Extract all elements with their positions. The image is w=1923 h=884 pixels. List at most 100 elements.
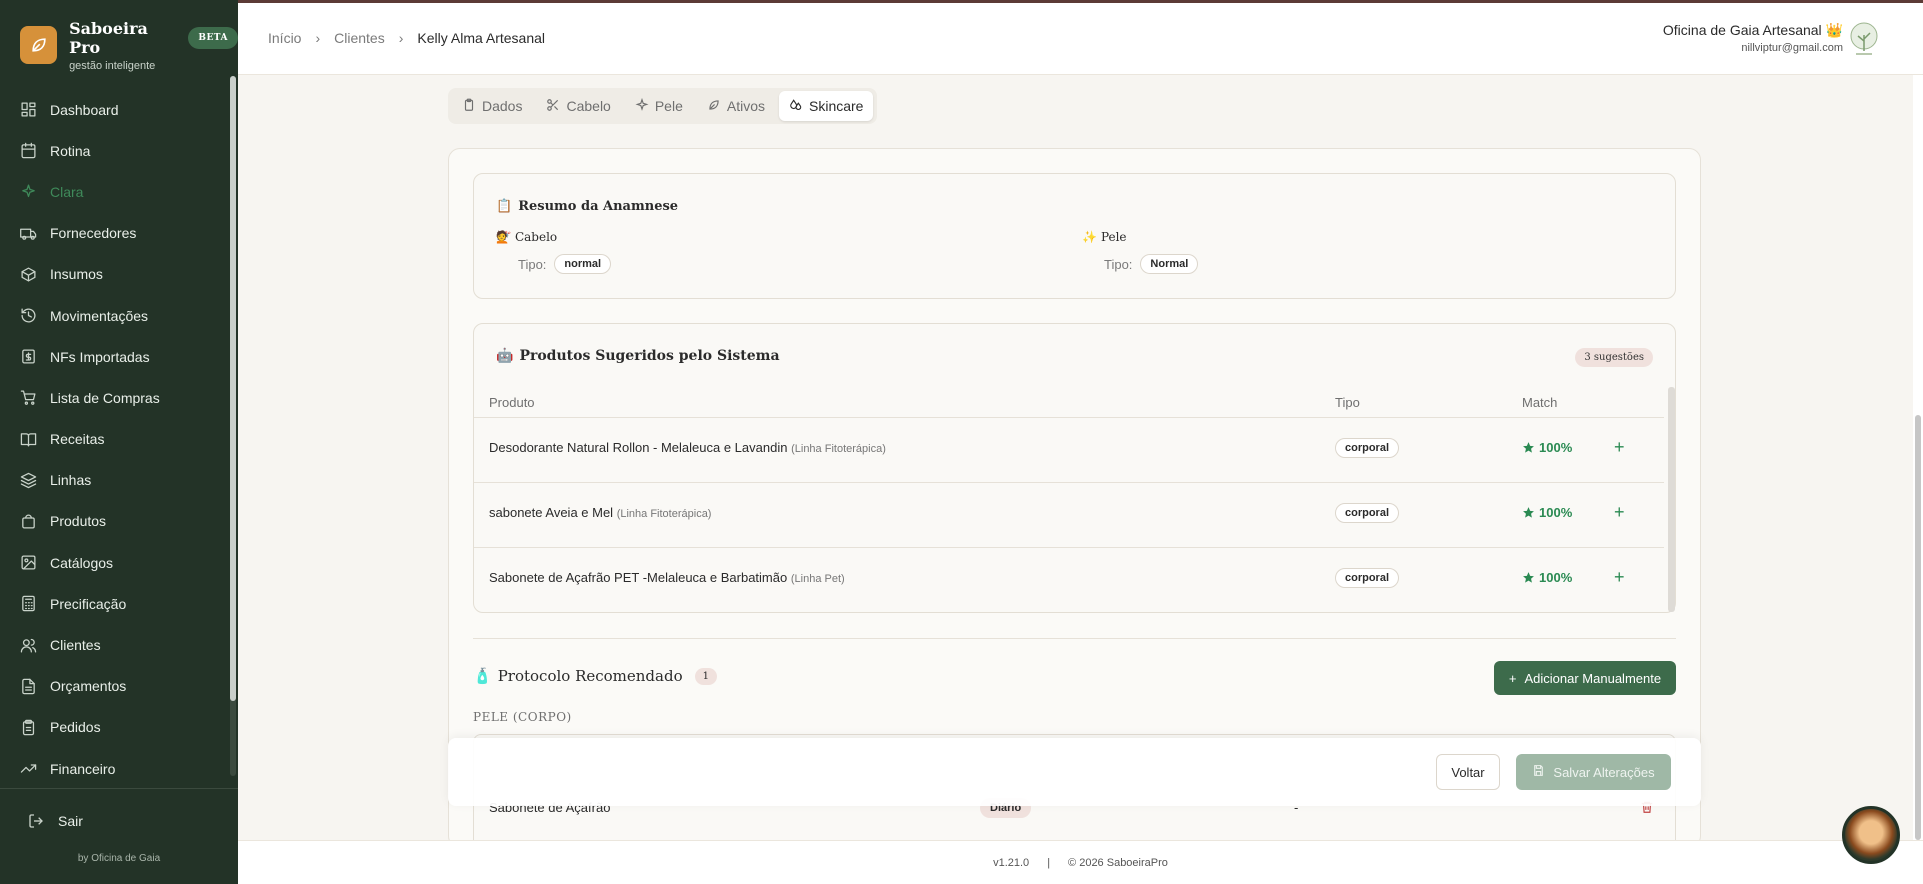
logout-icon — [28, 812, 46, 830]
sidebar-item-pedidos[interactable]: Pedidos — [0, 707, 230, 748]
brand-subtitle: gestão inteligente — [69, 59, 156, 72]
brand-name: Saboeira Pro — [69, 18, 148, 57]
tab-skincare[interactable]: Skincare — [779, 91, 874, 121]
chevron-right-icon: › — [315, 30, 321, 46]
sidebar-item-label: Clara — [50, 183, 84, 200]
clipboard-icon — [462, 98, 476, 115]
sidebar-item-label: Movimentações — [50, 307, 149, 324]
copyright-label: © 2026 SaboeiraPro — [1068, 856, 1168, 869]
page-footer: v1.21.0 | © 2026 SaboeiraPro — [238, 840, 1923, 884]
box-icon — [20, 265, 38, 283]
leaf-logo-icon — [20, 26, 58, 64]
sidebar-footer-credit: by Oficina de Gaia — [77, 853, 161, 864]
product-line: (Linha Pet) — [790, 573, 845, 585]
save-label: Salvar Alterações — [1553, 764, 1655, 780]
sidebar-item-catálogos[interactable]: Catálogos — [0, 542, 230, 583]
clipboard-emoji-icon: 📋 — [496, 199, 513, 214]
table-header: Produto Tipo Match — [474, 387, 1664, 417]
anamnese-cabelo: 💇 Cabelo Tipo: normal — [496, 230, 612, 274]
sidebar-item-label: Linhas — [50, 472, 92, 489]
product-line: (Linha Fitoterápica) — [791, 443, 886, 455]
sparkle-icon — [20, 183, 38, 201]
suggestions-count-badge: 3 sugestões — [1575, 348, 1653, 367]
tab-pele[interactable]: Pele — [625, 91, 693, 121]
sidebar-item-rotina[interactable]: Rotina — [0, 130, 230, 171]
scissors-icon — [546, 98, 560, 115]
sidebar-scroll-thumb[interactable] — [230, 76, 236, 701]
product-name: Sabonete de Açafrão PET -Melaleuca e Bar… — [489, 570, 788, 585]
sidebar-item-label: Produtos — [50, 513, 107, 530]
leaf-icon — [707, 98, 721, 115]
sidebar-item-label: Clientes — [50, 637, 101, 654]
sidebar: Saboeira Pro BETA gestão inteligente Dash… — [0, 0, 238, 884]
breadcrumb-home[interactable]: Início — [268, 30, 301, 46]
user-email: nillviptur@gmail.com — [1741, 42, 1843, 54]
add-product-icon[interactable]: + — [1614, 567, 1625, 588]
sidebar-item-label: Receitas — [50, 431, 105, 448]
table-row: Desodorante Natural Rollon - Melaleuca e… — [474, 417, 1664, 481]
match-value: 100% — [1539, 505, 1573, 520]
table-scrollbar[interactable] — [1668, 387, 1675, 612]
robot-emoji-icon: 🤖 — [496, 348, 514, 364]
sidebar-item-label: Lista de Compras — [50, 389, 160, 406]
add-product-icon[interactable]: + — [1614, 502, 1625, 523]
sidebar-item-insumos[interactable]: Insumos — [0, 254, 230, 295]
sidebar-item-receitas[interactable]: Receitas — [0, 419, 230, 460]
sidebar-item-financeiro[interactable]: Financeiro — [0, 748, 230, 789]
product-name: sabonete Aveia e Mel — [489, 505, 614, 520]
match-cell: 100% — [1522, 570, 1572, 585]
logout-label: Sair — [58, 813, 83, 829]
sidebar-scrollbar[interactable] — [230, 76, 236, 776]
sparkle-icon — [635, 97, 649, 115]
tab-cabelo[interactable]: Cabelo — [536, 91, 620, 121]
sidebar-item-clara[interactable]: Clara — [0, 171, 230, 212]
image-icon — [20, 554, 38, 572]
sidebar-item-fornecedores[interactable]: Fornecedores — [0, 213, 230, 254]
anamnese-summary: 📋 Resumo da Anamnese 💇 Cabelo Tipo: normal … — [473, 173, 1676, 299]
back-button[interactable]: Voltar — [1436, 754, 1500, 790]
sidebar-item-movimentações[interactable]: Movimentações — [0, 295, 230, 336]
type-badge: corporal — [1335, 438, 1400, 458]
sidebar-item-label: Financeiro — [50, 760, 116, 777]
page-scroll-thumb[interactable] — [1915, 415, 1921, 840]
sidebar-item-produtos[interactable]: Produtos — [0, 501, 230, 542]
pele-label: Pele — [1100, 230, 1127, 244]
book-icon — [20, 430, 38, 448]
anamnese-pele: ✨ Pele Tipo: Normal — [1082, 230, 1199, 274]
add-manually-button[interactable]: + Adicionar Manualmente — [1494, 661, 1676, 695]
tab-ativos[interactable]: Ativos — [697, 91, 775, 121]
star-icon — [1523, 442, 1534, 453]
sidebar-item-label: Precificação — [50, 595, 127, 612]
tab-bar: Dados Cabelo Pele Ativos Skincare — [448, 88, 878, 124]
tab-label: Cabelo — [566, 98, 611, 114]
page-scrollbar[interactable] — [1913, 75, 1923, 840]
sidebar-item-label: Insumos — [50, 266, 103, 283]
sidebar-item-orçamentos[interactable]: Orçamentos — [0, 666, 230, 707]
match-value: 100% — [1539, 570, 1573, 585]
users-icon — [20, 636, 38, 654]
sidebar-item-precificação[interactable]: Precificação — [0, 583, 230, 624]
tree-avatar-icon[interactable] — [1847, 21, 1881, 59]
protocol-header: 🧴 Protocolo Recomendado 1 — [473, 667, 717, 685]
breadcrumb-clientes[interactable]: Clientes — [334, 30, 385, 46]
protocol-title: Protocolo Recomendado — [497, 667, 683, 685]
save-button[interactable]: Salvar Alterações — [1516, 754, 1671, 790]
user-info[interactable]: Oficina de Gaia Artesanal 👑 nillviptur@g… — [1663, 22, 1843, 54]
add-manually-label: Adicionar Manualmente — [1524, 670, 1662, 686]
cabelo-label: Cabelo — [514, 230, 558, 244]
logout-button[interactable]: Sair — [28, 812, 83, 830]
type-badge: corporal — [1335, 503, 1400, 523]
dashboard-icon — [20, 101, 38, 119]
version-label: v1.21.0 — [993, 856, 1030, 869]
sidebar-item-nfs-importadas[interactable]: NFs Importadas — [0, 336, 230, 377]
topbar: Início › Clientes › Kelly Alma Artesanal… — [238, 0, 1923, 75]
assistant-avatar[interactable] — [1842, 806, 1900, 864]
sidebar-item-linhas[interactable]: Linhas — [0, 460, 230, 501]
sidebar-item-clientes[interactable]: Clientes — [0, 624, 230, 665]
add-product-icon[interactable]: + — [1614, 437, 1625, 458]
tab-dados[interactable]: Dados — [452, 91, 532, 121]
pele-tipo-badge: Normal — [1140, 254, 1199, 274]
sidebar-item-lista-de-compras[interactable]: Lista de Compras — [0, 377, 230, 418]
sidebar-item-dashboard[interactable]: Dashboard — [0, 89, 230, 130]
haircut-emoji-icon: 💇 — [496, 230, 511, 244]
